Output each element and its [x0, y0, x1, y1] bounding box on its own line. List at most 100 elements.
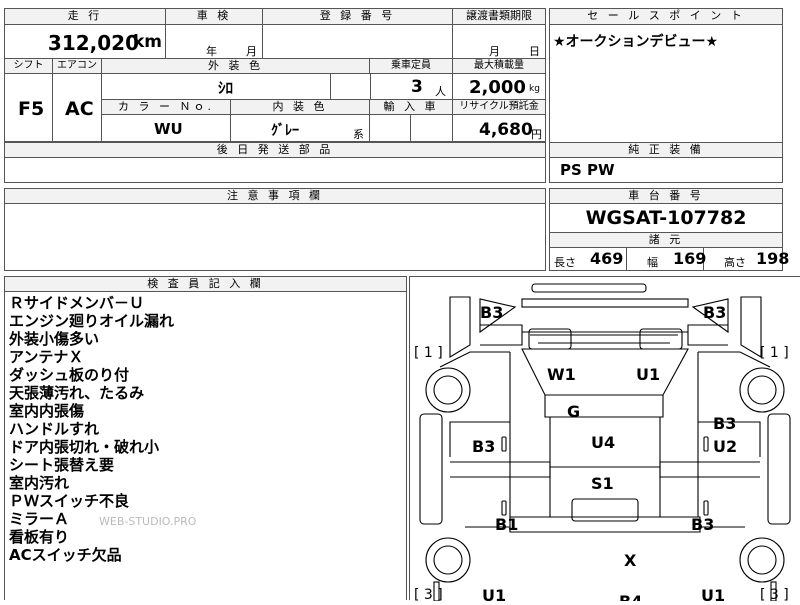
mileage-cell: 312,020 km — [5, 25, 166, 59]
mileage-header: 走 行 — [5, 9, 166, 25]
caution-header: 注 意 事 項 欄 — [5, 189, 545, 204]
registration-header: 登 録 番 号 — [263, 9, 453, 25]
inspector-note: Ｒサイドメンバ－Ｕ — [9, 294, 145, 312]
specs-header: 諸 元 — [550, 233, 782, 248]
max-load-unit: kg — [529, 84, 540, 94]
car-diagram: B3 B3 W1 U1 G B3 B3 U4 U2 S1 B1 B3 X U1 … — [414, 283, 791, 605]
length-value: 469 — [590, 249, 624, 268]
mark-b3-ml: B3 — [472, 437, 495, 456]
later-parts-header: 後 日 発 送 部 品 — [5, 143, 545, 158]
specs-row: 長さ 469 幅 169 高さ 198 — [550, 248, 789, 270]
genuine-equipment-header: 純 正 装 備 — [550, 143, 782, 158]
transfer-deadline-header: 譲渡書類期限 — [453, 9, 545, 25]
shift-cell: F5 — [5, 74, 53, 142]
recycle-cell: 4,680 円 — [453, 115, 545, 142]
interior-color-unit: 系 — [353, 128, 364, 141]
mark-w1: W1 — [547, 365, 576, 384]
mark-u1-bl: U1 — [482, 586, 506, 601]
genuine-equipment-box: 純 正 装 備 PS PW — [549, 142, 783, 183]
inspector-note: ダッシュ板のり付 — [9, 366, 130, 384]
wheel-label-br: [ 3 ] — [760, 587, 789, 601]
transfer-day-label: 日 — [529, 45, 540, 58]
capacity-unit: 人 — [435, 85, 446, 98]
height-value: 198 — [756, 249, 790, 268]
color-no-cell: WU — [102, 115, 231, 142]
length-label: 長さ — [554, 256, 576, 269]
front-bumper-shape — [531, 283, 647, 293]
sales-point-header: セ ー ル ス ポ イ ン ト — [550, 9, 782, 25]
interior-color-cell: ｸﾞﾚｰ 系 — [231, 115, 370, 142]
mark-u2: U2 — [713, 437, 737, 456]
later-parts-box: 後 日 発 送 部 品 — [4, 142, 546, 183]
inspector-note: ハンドルすれ — [9, 420, 100, 438]
capacity-header: 乗車定員 — [370, 59, 453, 74]
mark-g: G — [567, 402, 580, 421]
sales-point-box: セ ー ル ス ポ イ ン ト ★オークションデビュー★ — [549, 8, 783, 144]
mark-u1-br: U1 — [701, 586, 725, 601]
color-no-header: カ ラ ー Ｎｏ. — [102, 100, 231, 115]
capacity-value: 3 — [411, 77, 423, 97]
inspection-cell: 年 月 — [166, 25, 263, 59]
width-value: 169 — [673, 249, 707, 268]
exterior-color-value: ｼﾛ — [218, 79, 234, 97]
inspection-header: 車 検 — [166, 9, 263, 25]
chassis-box: 車 台 番 号 WGSAT-107782 諸 元 長さ 469 幅 169 高さ… — [549, 188, 789, 271]
mileage-value: 312,020 — [47, 31, 139, 55]
car-diagram-box: B3 B3 W1 U1 G B3 B3 U4 U2 S1 B1 B3 X U1 … — [409, 276, 800, 605]
inspector-note: 看板有り — [9, 528, 70, 546]
inspector-note: エンジン廻りオイル漏れ — [9, 312, 175, 330]
transfer-month-label: 月 — [489, 45, 500, 58]
registration-cell — [263, 25, 453, 59]
import-header: 輸 入 車 — [370, 100, 453, 115]
aircon-cell: AC — [53, 74, 102, 142]
mark-s1: S1 — [591, 474, 614, 493]
watermark: WEB-STUDIO.PRO — [99, 515, 197, 528]
shift-value: F5 — [18, 98, 45, 120]
genuine-equipment-value: PS PW — [560, 161, 615, 179]
inspector-note: アンテナＸ — [9, 348, 84, 366]
width-label: 幅 — [647, 256, 658, 269]
mark-u4: U4 — [591, 433, 615, 452]
interior-color-header: 内 装 色 — [231, 100, 370, 115]
sales-point-text: ★オークションデビュー★ — [553, 34, 719, 50]
inspection-year-label: 年 — [206, 45, 217, 58]
mark-b1: B1 — [495, 515, 518, 534]
mark-b3-tr: B3 — [703, 303, 726, 322]
aircon-header: エアコン — [53, 59, 102, 74]
inspector-note: ACスイッチ欠品 — [9, 546, 122, 564]
mileage-unit: km — [132, 32, 162, 52]
exterior-color-header: 外 装 色 — [102, 59, 370, 74]
interior-color-value: ｸﾞﾚｰ — [271, 123, 299, 139]
recycle-header: リサイクル預託金 — [453, 100, 545, 115]
wheel-label-bl: [ 3 ] — [414, 587, 443, 601]
exterior-color-cell: ｼﾛ — [102, 74, 370, 100]
inspector-note: ＰＷスイッチ不良 — [9, 492, 130, 510]
inspector-note: 外装小傷多い — [9, 330, 100, 348]
inspector-header: 検 査 員 記 入 欄 — [5, 277, 406, 292]
wheel-label-tl: [ 1 ] — [414, 345, 443, 361]
inspector-note: 天張薄汚れ、たるみ — [9, 384, 145, 402]
aircon-value: AC — [65, 98, 94, 120]
inspector-note: 室内汚れ — [9, 474, 70, 492]
chassis-header: 車 台 番 号 — [550, 189, 782, 204]
height-label: 高さ — [724, 256, 746, 269]
caution-box: 注 意 事 項 欄 — [4, 188, 546, 271]
color-no-value: WU — [154, 120, 183, 138]
mark-u1-top: U1 — [636, 365, 660, 384]
recycle-unit: 円 — [531, 128, 542, 141]
inspection-month-label: 月 — [246, 45, 257, 58]
mark-b3-lr: B3 — [691, 515, 714, 534]
max-load-value: 2,000 — [469, 77, 526, 98]
chassis-value: WGSAT-107782 — [550, 204, 782, 233]
mark-b3-mr: B3 — [713, 414, 736, 433]
inspector-note: ドア内張切れ・破れ小 — [9, 438, 160, 456]
inspector-note: シート張替え要 — [9, 456, 115, 474]
capacity-cell: 3 人 — [370, 74, 453, 100]
max-load-cell: 2,000 kg — [453, 74, 545, 100]
shift-header: シフト — [5, 59, 53, 74]
recycle-value: 4,680 — [479, 120, 533, 140]
transfer-deadline-cell: 月 日 — [453, 25, 545, 59]
inspector-note: 室内内張傷 — [9, 402, 85, 420]
max-load-header: 最大積載量 — [453, 59, 545, 74]
mark-x: X — [624, 551, 637, 570]
